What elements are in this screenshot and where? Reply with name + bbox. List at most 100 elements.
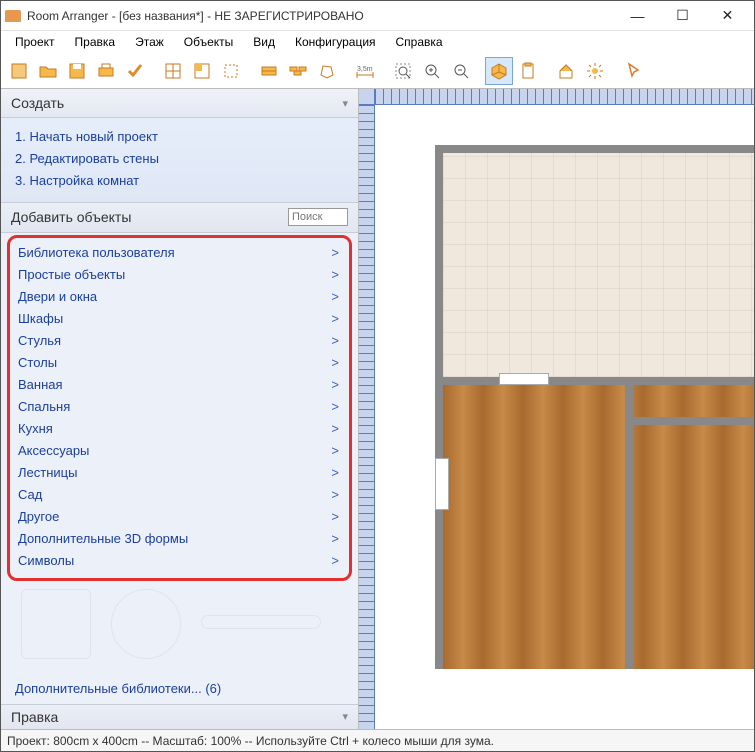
floor-plan[interactable] <box>435 145 754 669</box>
step-setup-rooms[interactable]: 3. Настройка комнат <box>15 170 344 192</box>
window-title: Room Arranger - [без названия*] - НЕ ЗАР… <box>27 9 615 23</box>
chevron-right-icon: > <box>331 377 341 392</box>
cat-tables[interactable]: Столы> <box>18 352 341 374</box>
chevron-right-icon: > <box>331 245 341 260</box>
tiled-room[interactable] <box>443 153 754 377</box>
door-opening[interactable] <box>499 373 549 385</box>
step-edit-walls[interactable]: 2. Редактировать стены <box>15 148 344 170</box>
create-panel-header[interactable]: Создать ▾ <box>1 89 358 118</box>
menu-help[interactable]: Справка <box>388 33 451 51</box>
object-categories: Библиотека пользователя> Простые объекты… <box>7 235 352 581</box>
door-opening[interactable] <box>435 458 449 510</box>
main-area: Создать ▾ 1. Начать новый проект 2. Реда… <box>1 89 754 729</box>
house-icon[interactable] <box>552 57 580 85</box>
drawing-stage[interactable] <box>375 105 754 729</box>
chevron-right-icon: > <box>331 421 341 436</box>
chevron-right-icon: > <box>331 355 341 370</box>
brick-icon[interactable] <box>284 57 312 85</box>
cat-doors-windows[interactable]: Двери и окна> <box>18 286 341 308</box>
chevron-right-icon: > <box>331 267 341 282</box>
status-text: Проект: 800cm x 400cm -- Масштаб: 100% -… <box>7 734 494 748</box>
chevron-right-icon: > <box>331 509 341 524</box>
side-panel: Создать ▾ 1. Начать новый проект 2. Реда… <box>1 89 359 729</box>
new-icon[interactable] <box>5 57 33 85</box>
step-new-project[interactable]: 1. Начать новый проект <box>15 126 344 148</box>
ghost-shape <box>21 589 91 659</box>
collapse-icon[interactable]: ▾ <box>342 710 348 723</box>
grid-icon[interactable] <box>159 57 187 85</box>
zoom-fit-icon[interactable] <box>389 57 417 85</box>
cat-accessories[interactable]: Аксессуары> <box>18 440 341 462</box>
cat-simple-objects[interactable]: Простые объекты> <box>18 264 341 286</box>
chevron-right-icon: > <box>331 289 341 304</box>
window-controls: — ☐ ✕ <box>615 2 750 30</box>
maximize-button[interactable]: ☐ <box>660 2 705 30</box>
save-icon[interactable] <box>63 57 91 85</box>
cat-bedroom[interactable]: Спальня> <box>18 396 341 418</box>
chevron-right-icon: > <box>331 443 341 458</box>
collapse-icon[interactable]: ▾ <box>342 97 348 110</box>
cat-stairs[interactable]: Лестницы> <box>18 462 341 484</box>
floorplan-canvas[interactable] <box>359 89 754 729</box>
polygon-icon[interactable] <box>313 57 341 85</box>
close-button[interactable]: ✕ <box>705 2 750 30</box>
cat-3d-shapes[interactable]: Дополнительные 3D формы> <box>18 528 341 550</box>
cursor-icon[interactable] <box>619 57 647 85</box>
statusbar: Проект: 800cm x 400cm -- Масштаб: 100% -… <box>1 729 754 751</box>
clipboard-icon[interactable] <box>514 57 542 85</box>
app-window: Room Arranger - [без названия*] - НЕ ЗАР… <box>0 0 755 752</box>
check-icon[interactable] <box>121 57 149 85</box>
search-input[interactable] <box>288 208 348 226</box>
svg-text:3,5m: 3,5m <box>357 66 373 73</box>
menu-edit[interactable]: Правка <box>67 33 124 51</box>
cat-bathroom[interactable]: Ванная> <box>18 374 341 396</box>
view3d-icon[interactable] <box>485 57 513 85</box>
add-objects-label: Добавить объекты <box>11 209 131 225</box>
select-icon[interactable] <box>217 57 245 85</box>
print-icon[interactable] <box>92 57 120 85</box>
cat-symbols[interactable]: Символы> <box>18 550 341 572</box>
chevron-right-icon: > <box>331 553 341 568</box>
ghost-shapes <box>1 585 358 673</box>
cat-user-library[interactable]: Библиотека пользователя> <box>18 242 341 264</box>
more-libraries-link[interactable]: Дополнительные библиотеки... (6) <box>1 673 358 704</box>
ruler-vertical <box>359 105 375 729</box>
chevron-right-icon: > <box>331 465 341 480</box>
app-icon <box>5 10 21 22</box>
cat-other[interactable]: Другое> <box>18 506 341 528</box>
dimension-icon[interactable]: 3,5m <box>351 57 379 85</box>
chevron-right-icon: > <box>331 399 341 414</box>
add-objects-header[interactable]: Добавить объекты <box>1 203 358 232</box>
menu-floor[interactable]: Этаж <box>127 33 172 51</box>
cat-cabinets[interactable]: Шкафы> <box>18 308 341 330</box>
chevron-right-icon: > <box>331 333 341 348</box>
create-steps: 1. Начать новый проект 2. Редактировать … <box>1 118 358 203</box>
chevron-right-icon: > <box>331 487 341 502</box>
chevron-right-icon: > <box>331 531 341 546</box>
cat-chairs[interactable]: Стулья> <box>18 330 341 352</box>
grid2-icon[interactable] <box>188 57 216 85</box>
cat-garden[interactable]: Сад> <box>18 484 341 506</box>
zoom-in-icon[interactable] <box>418 57 446 85</box>
interior-wall[interactable] <box>625 417 754 425</box>
wall-icon[interactable] <box>255 57 283 85</box>
menu-config[interactable]: Конфигурация <box>287 33 384 51</box>
menu-view[interactable]: Вид <box>245 33 283 51</box>
edit-panel-header[interactable]: Правка ▾ <box>1 704 358 729</box>
toolbar: 3,5m <box>1 53 754 89</box>
titlebar: Room Arranger - [без названия*] - НЕ ЗАР… <box>1 1 754 31</box>
edit-label: Правка <box>11 709 58 725</box>
ruler-corner <box>359 89 375 105</box>
zoom-out-icon[interactable] <box>447 57 475 85</box>
open-icon[interactable] <box>34 57 62 85</box>
menu-project[interactable]: Проект <box>7 33 63 51</box>
minimize-button[interactable]: — <box>615 2 660 30</box>
menu-objects[interactable]: Объекты <box>176 33 242 51</box>
effects-icon[interactable] <box>581 57 609 85</box>
ghost-shape <box>111 589 181 659</box>
create-label: Создать <box>11 95 64 111</box>
ruler-horizontal <box>375 89 754 105</box>
chevron-right-icon: > <box>331 311 341 326</box>
menubar: Проект Правка Этаж Объекты Вид Конфигура… <box>1 31 754 53</box>
cat-kitchen[interactable]: Кухня> <box>18 418 341 440</box>
